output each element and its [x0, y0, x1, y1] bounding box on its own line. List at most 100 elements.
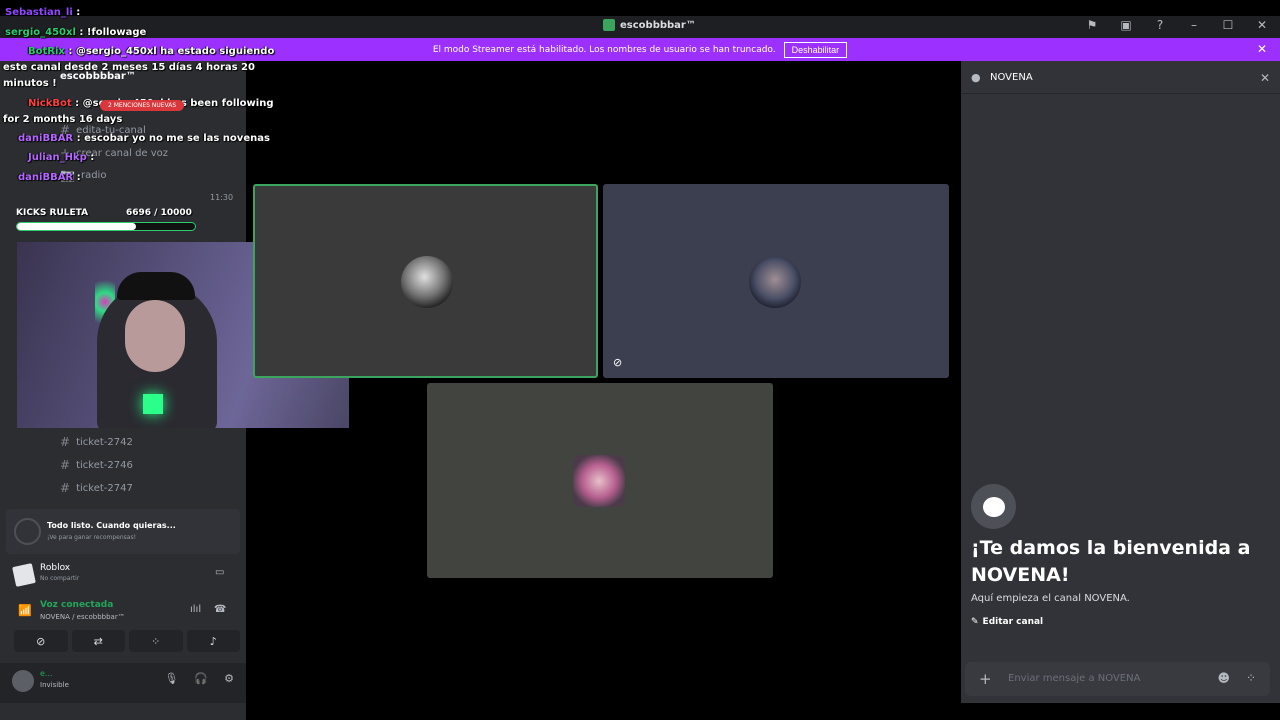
channel-ticket-2746[interactable]: # ticket-2746 — [60, 458, 133, 472]
maximize-icon[interactable]: ☐ — [1220, 18, 1236, 32]
green-light — [143, 394, 163, 414]
roulette-count: 6696 / 10000 — [126, 208, 192, 218]
chat-user: sergio_450xl — [5, 27, 76, 38]
loading-spinner-icon — [14, 518, 41, 545]
chat-line: este canal desde 2 meses 15 días 4 horas… — [3, 62, 255, 73]
streamer-cap — [117, 272, 195, 300]
hash-icon: # — [60, 458, 71, 472]
chat-message: este canal desde 2 meses 15 días 4 horas… — [3, 62, 255, 73]
welcome-heading: ¡Te damos la bienvenida a NOVENA! — [971, 537, 1251, 586]
channel-label: ticket-2742 — [76, 436, 133, 448]
activity-subtitle: No compartir — [40, 575, 80, 582]
voice-status[interactable]: Voz conectada — [40, 600, 113, 610]
channel-label: ticket-2747 — [76, 482, 133, 494]
settings-gear-icon[interactable]: ⚙ — [224, 672, 234, 685]
chat-user: Julian_Hkp — [28, 152, 87, 163]
quest-subtitle: ¡Ve para ganar recompensas! — [47, 534, 136, 541]
chat-panel-header: ● NOVENA ✕ — [961, 61, 1280, 94]
chat-line: Sebastian_li : — [5, 7, 80, 18]
voice-tile-participant-3[interactable] — [427, 383, 773, 578]
chat-bubble-icon: ● — [971, 71, 981, 84]
disable-streamer-button[interactable]: Deshabilitar — [783, 41, 848, 58]
channel-label: ticket-2746 — [76, 459, 133, 471]
share-screen-icon[interactable]: ▭ — [215, 567, 224, 578]
chat-user: daniBBAR — [18, 133, 74, 144]
close-icon[interactable]: ✕ — [1254, 18, 1270, 32]
activities-button[interactable]: ⁘ — [129, 630, 183, 652]
apps-icon[interactable]: ⁘ — [1246, 671, 1256, 685]
window-title: escobbbbar™ — [603, 19, 696, 31]
new-mentions-pill[interactable]: 2 MENCIONES NUEVAS — [100, 100, 185, 111]
chat-user: BotRix — [28, 46, 65, 57]
channel-ticket-2747[interactable]: # ticket-2747 — [60, 481, 133, 495]
pencil-icon: ✎ — [971, 617, 979, 627]
hash-icon: # — [60, 481, 71, 495]
chat-user: NickBot — [28, 98, 72, 109]
user-status: Invisible — [40, 681, 69, 689]
message-input[interactable]: + Enviar mensaje a NOVENA ☻ ⁘ — [965, 662, 1270, 696]
hash-icon: # — [60, 435, 71, 449]
user-bar: e... Invisible 🎙 🎧 ⚙ — [0, 663, 246, 703]
noise-suppression-icon[interactable]: ılıl — [190, 604, 201, 615]
disconnect-icon[interactable]: ☎ — [214, 604, 226, 615]
text-chat-panel: ● NOVENA ✕ ¡Te damos la bienvenida a NOV… — [961, 61, 1280, 703]
chat-user: Sebastian_li — [5, 7, 73, 18]
title-bar: escobbbbar™ ⚑ ▣ ? – ☐ ✕ — [0, 16, 1280, 38]
voice-channel[interactable]: NOVENA / escobbbbar™ — [40, 613, 125, 621]
edit-channel-button[interactable]: ✎ Editar canal — [971, 617, 1043, 627]
chat-channel-name: NOVENA — [990, 72, 1033, 83]
chat-line: BotRix : @sergio_450xl ha estado siguien… — [28, 46, 274, 57]
channel-chat-icon — [971, 484, 1016, 529]
signal-icon[interactable]: 📶 — [18, 604, 32, 617]
chat-message: : — [76, 7, 81, 18]
chat-message: : @sergio_450xl ha estado siguiendo — [68, 46, 275, 57]
quest-title: Todo listo. Cuando quieras... — [47, 521, 176, 530]
roulette-label: KICKS RULETA — [16, 208, 89, 218]
participant-avatar — [749, 256, 801, 308]
minimize-icon[interactable]: – — [1186, 18, 1202, 32]
user-controls: 🎙 🎧 ⚙ — [164, 672, 234, 685]
channel-label: radio — [80, 169, 107, 181]
chat-line: for 2 months 16 days — [3, 114, 122, 125]
banner-text: El modo Streamer está habilitado. Los no… — [432, 44, 776, 55]
help-icon[interactable]: ? — [1152, 18, 1168, 32]
roulette-progress-fill — [17, 223, 137, 230]
kicks-roulette-widget: KICKS RULETA 6696 / 10000 — [16, 208, 196, 234]
flag-icon[interactable]: ⚑ — [1084, 18, 1100, 32]
channel-ticket-2742[interactable]: # ticket-2742 — [60, 435, 133, 449]
channel-start-text: Aquí empieza el canal NOVENA. — [971, 593, 1130, 604]
muted-mic-icon: ⊘ — [613, 356, 623, 369]
camera-off-button[interactable]: ⊘ — [14, 630, 68, 652]
microphone-icon[interactable]: 🎙 — [164, 672, 178, 685]
app-root: escobbbbar™ ⚑ ▣ ? – ☐ ✕ El modo Streamer… — [0, 0, 1280, 720]
close-chat-icon[interactable]: ✕ — [1260, 71, 1270, 85]
chat-line: Julian_Hkp : — [28, 152, 94, 163]
voice-actions: ⊘ ⇄ ⁘ ♪ — [14, 630, 240, 652]
avatar[interactable] — [12, 670, 34, 692]
soundboard-button[interactable]: ♪ — [186, 630, 240, 652]
activity-roblox[interactable]: Roblox No compartir — [12, 563, 214, 591]
chat-message: minutos ! — [3, 78, 57, 89]
participant-avatar — [401, 256, 453, 308]
chat-message: : — [76, 172, 81, 183]
user-name[interactable]: e... — [40, 669, 53, 678]
voice-tile-participant-1[interactable] — [253, 184, 598, 378]
chat-user: daniBBAR — [18, 172, 74, 183]
titlebar-icons: ⚑ ▣ ? – ☐ ✕ — [1084, 18, 1270, 32]
chat-message: : escobar yo no me se las novenas — [76, 133, 270, 144]
chat-message: for 2 months 16 days — [3, 114, 123, 125]
chat-timestamp: 11:30 — [210, 193, 234, 202]
voice-tile-participant-2[interactable]: ⊘ — [603, 184, 949, 378]
emoji-icon[interactable]: ☻ — [1217, 671, 1230, 685]
headphones-icon[interactable]: 🎧 — [194, 672, 208, 685]
inbox-icon[interactable]: ▣ — [1118, 18, 1134, 32]
edit-channel-label: Editar canal — [982, 617, 1044, 627]
banner-close-icon[interactable]: ✕ — [1257, 42, 1267, 56]
activity-name: Roblox — [40, 563, 71, 573]
add-attachment-icon[interactable]: + — [979, 670, 992, 688]
quest-panel[interactable]: Todo listo. Cuando quieras... ¡Ve para g… — [6, 509, 240, 554]
chat-message: : !followage — [79, 27, 147, 38]
window-title-text: escobbbbar™ — [620, 19, 696, 31]
roblox-icon — [12, 563, 36, 587]
screen-share-button[interactable]: ⇄ — [71, 630, 125, 652]
